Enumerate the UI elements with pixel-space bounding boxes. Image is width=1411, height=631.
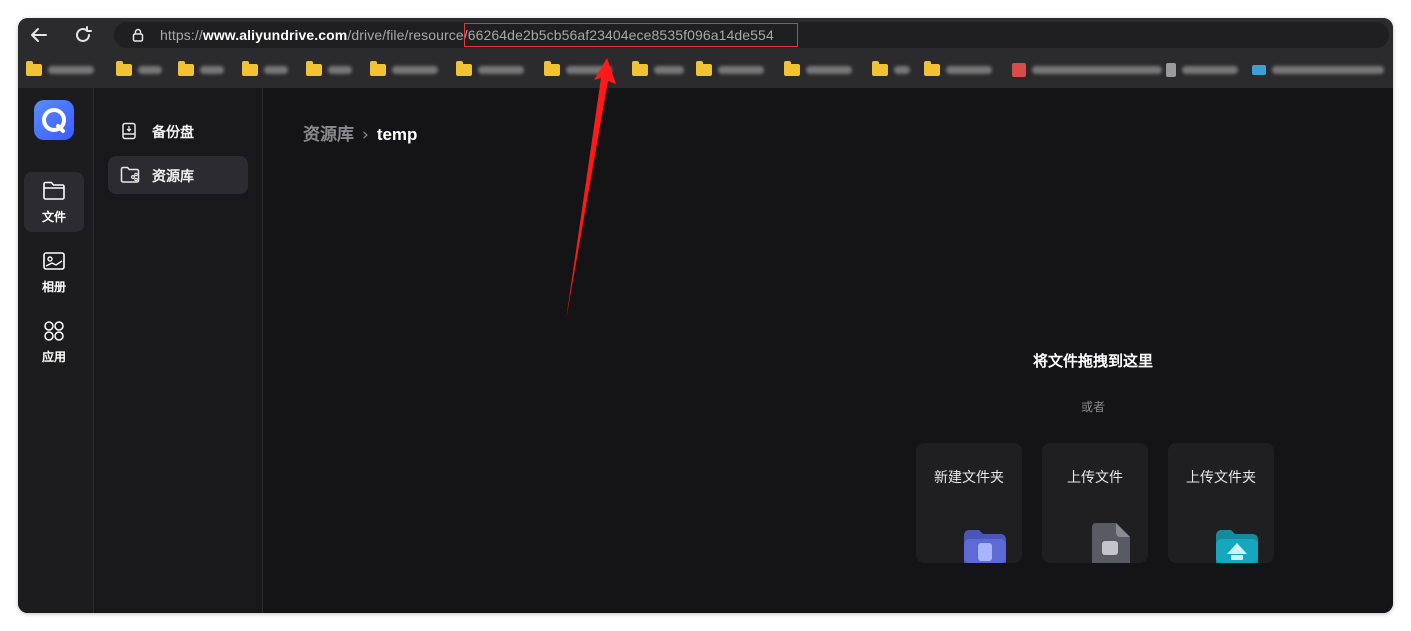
- bookmark-link[interactable]: [1252, 63, 1384, 77]
- back-arrow-icon: [31, 28, 47, 42]
- upload-folder-button[interactable]: 上传文件夹: [1168, 443, 1274, 563]
- rail-item-files[interactable]: 文件: [24, 172, 84, 232]
- bookmark-folder[interactable]: [116, 61, 162, 77]
- lock-icon: [132, 28, 144, 42]
- bookmark-folder[interactable]: [242, 61, 288, 77]
- rail-item-label: 相册: [41, 280, 66, 294]
- breadcrumb: 资源库 › temp: [303, 120, 417, 145]
- reload-icon: [76, 26, 92, 42]
- folder-icon: [43, 181, 65, 200]
- sidebar-item-label: 资源库: [152, 169, 194, 185]
- main-content: 资源库 › temp 将文件拖拽到这里 或者 新建文件夹 上传文件 上传文件夹: [263, 88, 1393, 613]
- sidebar-item-resource-library[interactable]: 资源库: [108, 156, 248, 194]
- new-folder-icon: [964, 530, 1006, 563]
- url-path: /drive/file/resource/: [347, 27, 468, 43]
- bookmarks-bar: [18, 52, 1393, 89]
- url-text: https://www.aliyundrive.com/drive/file/r…: [160, 23, 798, 47]
- bookmark-folder[interactable]: [544, 61, 612, 77]
- url-resource-id-highlight: 66264de2b5cb56af23404ece8535f096a14de554: [463, 23, 798, 47]
- rail-item-label: 文件: [41, 210, 66, 224]
- folder-icon: [784, 61, 800, 76]
- upload-file-button[interactable]: 上传文件: [1042, 443, 1148, 563]
- folder-icon: [696, 61, 712, 76]
- drop-zone-or: 或者: [1080, 400, 1105, 414]
- folder-icon: [456, 61, 472, 76]
- apps-icon: [44, 321, 64, 341]
- breadcrumb-parent[interactable]: 资源库: [303, 125, 354, 145]
- sidebar-item-label: 备份盘: [152, 125, 194, 141]
- url-host: www.aliyundrive.com: [202, 27, 348, 43]
- url-scheme: https://: [160, 27, 203, 43]
- bookmark-folder[interactable]: [178, 61, 224, 77]
- aliyundrive-app: 文件 相册 应用 备份盘 资源库 资源库 › temp 将文件拖拽到这里 或者 …: [18, 88, 1393, 613]
- action-label: 上传文件: [1067, 470, 1123, 486]
- folder-icon: [632, 61, 648, 76]
- photo-icon: [43, 252, 65, 270]
- breadcrumb-current: temp: [376, 125, 418, 144]
- app-logo[interactable]: [34, 100, 74, 140]
- folder-icon: [116, 61, 132, 76]
- bookmark-folder[interactable]: [306, 61, 352, 77]
- backup-drive-icon: [122, 122, 136, 140]
- action-label: 新建文件夹: [934, 470, 1004, 486]
- folder-icon: [370, 61, 386, 76]
- sidebar: 备份盘 资源库: [94, 88, 263, 613]
- folder-icon: [872, 61, 888, 76]
- bookmark-link[interactable]: [1012, 63, 1162, 77]
- folder-icon: [178, 61, 194, 76]
- bookmark-folder[interactable]: [696, 61, 764, 77]
- breadcrumb-separator-icon: ›: [362, 125, 369, 145]
- folder-icon: [924, 61, 940, 76]
- bookmark-folder[interactable]: [26, 61, 94, 77]
- drop-zone-title: 将文件拖拽到这里: [1032, 352, 1153, 370]
- favicon-icon: [1252, 65, 1266, 75]
- favicon-icon: [1012, 63, 1026, 77]
- back-button[interactable]: [28, 24, 50, 46]
- action-label: 上传文件夹: [1186, 470, 1256, 486]
- reload-button[interactable]: [72, 24, 94, 46]
- rail-item-label: 应用: [41, 350, 66, 364]
- upload-folder-icon: [1216, 530, 1258, 563]
- bookmark-folder[interactable]: [456, 61, 524, 77]
- nav-rail: 文件 相册 应用: [18, 88, 94, 613]
- rail-item-photos[interactable]: 相册: [24, 242, 84, 302]
- folder-icon: [306, 61, 322, 76]
- bookmark-link[interactable]: [1166, 63, 1238, 77]
- rail-item-apps[interactable]: 应用: [24, 312, 84, 372]
- upload-file-icon: [1092, 523, 1130, 563]
- address-bar: https://www.aliyundrive.com/drive/file/r…: [18, 18, 1393, 52]
- bookmark-folder[interactable]: [784, 61, 852, 77]
- new-folder-button[interactable]: 新建文件夹: [916, 443, 1022, 563]
- folder-icon: [544, 61, 560, 76]
- bookmark-folder[interactable]: [924, 61, 992, 77]
- bookmark-folder[interactable]: [872, 61, 910, 77]
- file-icon: [1166, 63, 1176, 77]
- browser-window: https://www.aliyundrive.com/drive/file/r…: [18, 18, 1393, 613]
- folder-icon: [242, 61, 258, 76]
- sidebar-item-backup-drive[interactable]: 备份盘: [108, 112, 248, 150]
- resource-folder-icon: [120, 166, 140, 183]
- url-field[interactable]: https://www.aliyundrive.com/drive/file/r…: [114, 22, 1389, 48]
- bookmark-folder[interactable]: [370, 61, 438, 77]
- aliyundrive-logo-icon: [42, 108, 66, 133]
- folder-icon: [26, 61, 42, 76]
- bookmark-folder[interactable]: [632, 61, 684, 77]
